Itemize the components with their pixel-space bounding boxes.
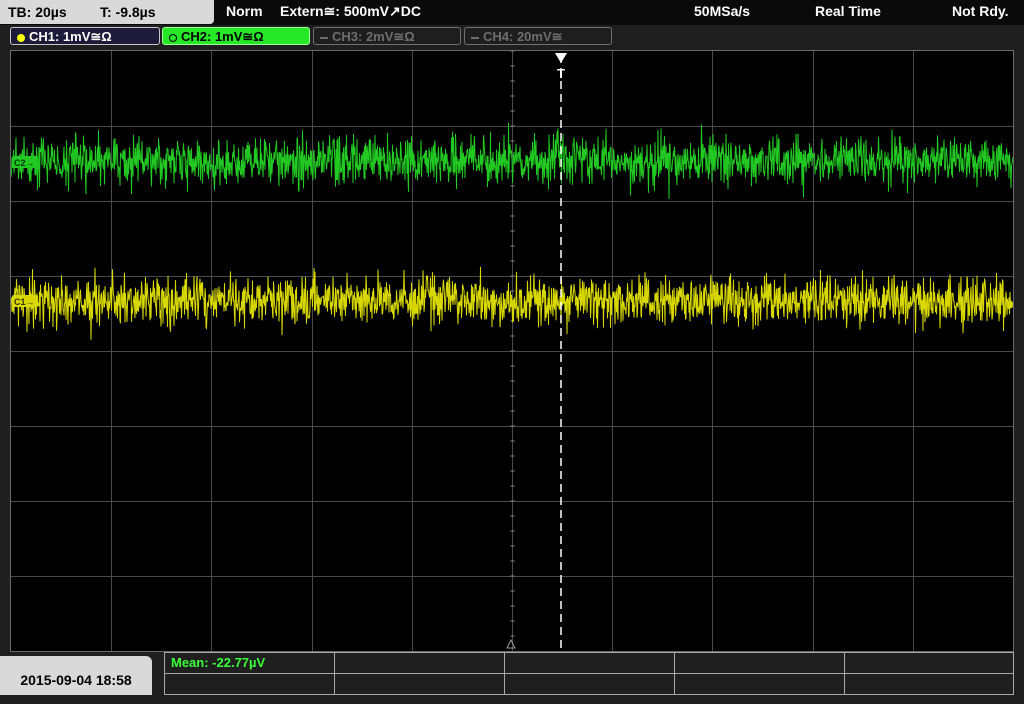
measurement-cell[interactable] (334, 673, 505, 695)
timebase-box[interactable]: TB: 20µs T: -9.8µs (0, 0, 214, 24)
date-time-box: 2015-09-04 18:58 (0, 656, 152, 695)
waveform-display[interactable]: T C2→ C1→ (10, 50, 1014, 652)
measurement-cell[interactable] (844, 673, 1014, 695)
tab-ch4-label: CH4: 20mV≅ (483, 29, 563, 44)
tab-ch1-label: CH1: 1mV≅Ω (29, 29, 112, 44)
horizontal-center-marker-icon (506, 638, 516, 649)
ch2-indicator-icon (169, 33, 177, 42)
tab-ch2-label: CH2: 1mV≅Ω (181, 29, 264, 44)
measurement-cell[interactable] (334, 652, 505, 674)
trigger-mode[interactable]: Norm (226, 3, 263, 19)
tab-ch3-label: CH3: 2mV≅Ω (332, 29, 415, 44)
measurement-cell[interactable] (674, 652, 845, 674)
tab-ch4[interactable]: CH4: 20mV≅ (464, 27, 612, 45)
measurement-cell-mean[interactable]: Mean: -22.77µV (164, 652, 335, 674)
measurement-cell[interactable] (674, 673, 845, 695)
tab-ch1[interactable]: CH1: 1mV≅Ω (10, 27, 160, 45)
measurement-panel[interactable]: Mean: -22.77µV (164, 652, 1014, 695)
ch2-offset-label: C2→ (14, 158, 35, 168)
ch1-offset-label: C1→ (14, 297, 35, 307)
timebase-readout: TB: 20µs (8, 4, 67, 20)
trigger-source[interactable]: Extern≅: 500mV↗DC (280, 3, 421, 20)
tab-ch3[interactable]: CH3: 2mV≅Ω (313, 27, 461, 45)
sample-rate: 50MSa/s (694, 3, 751, 19)
measurement-cell[interactable] (164, 673, 335, 695)
trigger-time-readout: T: -9.8µs (100, 4, 156, 20)
status-bar: TB: 20µs T: -9.8µs Norm Extern≅: 500mV↗D… (0, 0, 1024, 25)
date-time: 2015-09-04 18:58 (20, 672, 132, 688)
tab-ch2[interactable]: CH2: 1mV≅Ω (162, 27, 310, 45)
acquisition-mode: Real Time (815, 3, 881, 19)
mean-measurement: Mean: -22.77µV (171, 655, 266, 670)
measurement-cell[interactable] (844, 652, 1014, 674)
trigger-marker-label: T (557, 66, 565, 81)
measurement-cell[interactable] (504, 673, 675, 695)
trigger-marker-icon (555, 53, 567, 63)
ch4-indicator-icon (471, 36, 479, 39)
ch1-indicator-icon (17, 33, 25, 42)
ch3-indicator-icon (320, 36, 328, 39)
measurement-cell[interactable] (504, 652, 675, 674)
trigger-state: Not Rdy. (952, 3, 1009, 19)
waveform-canvas: T C2→ C1→ (11, 51, 1013, 651)
